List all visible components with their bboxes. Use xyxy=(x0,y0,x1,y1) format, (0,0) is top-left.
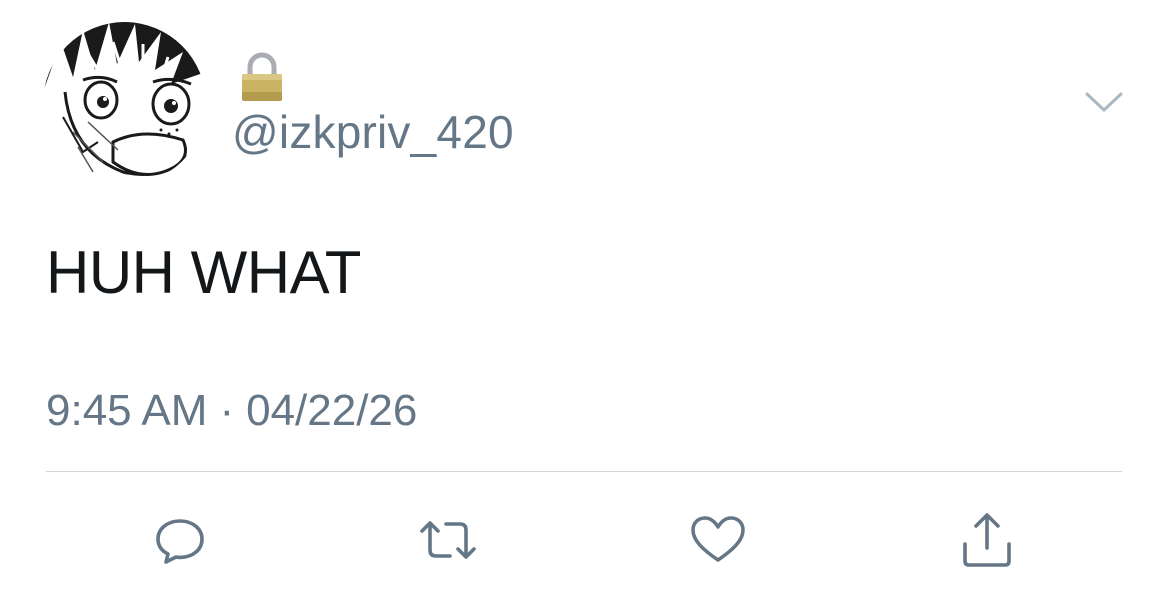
avatar[interactable] xyxy=(43,22,206,185)
share-button[interactable] xyxy=(955,508,1019,572)
retweet-button[interactable] xyxy=(416,508,480,572)
meta-separator: · xyxy=(219,386,235,435)
chevron-down-icon[interactable] xyxy=(1084,88,1124,116)
user-handle[interactable]: @izkpriv_420 xyxy=(232,105,514,159)
retweet-icon xyxy=(420,521,476,559)
divider xyxy=(46,471,1122,472)
tweet-detail: @izkpriv_420 HUH WHAT 9:45 AM · 04/22/26 xyxy=(0,0,1169,606)
heart-icon xyxy=(691,516,745,562)
reply-button[interactable] xyxy=(148,508,212,572)
tweet-text: HUH WHAT xyxy=(46,239,361,306)
share-icon xyxy=(963,513,1011,567)
avatar-image xyxy=(43,22,206,185)
tweet-date: 04/22/26 xyxy=(246,386,418,435)
tweet-time: 9:45 AM xyxy=(46,386,208,435)
lock-icon xyxy=(242,52,282,101)
tweet-timestamp: 9:45 AM · 04/22/26 xyxy=(46,386,417,436)
reply-icon xyxy=(156,519,204,564)
like-button[interactable] xyxy=(686,508,750,572)
